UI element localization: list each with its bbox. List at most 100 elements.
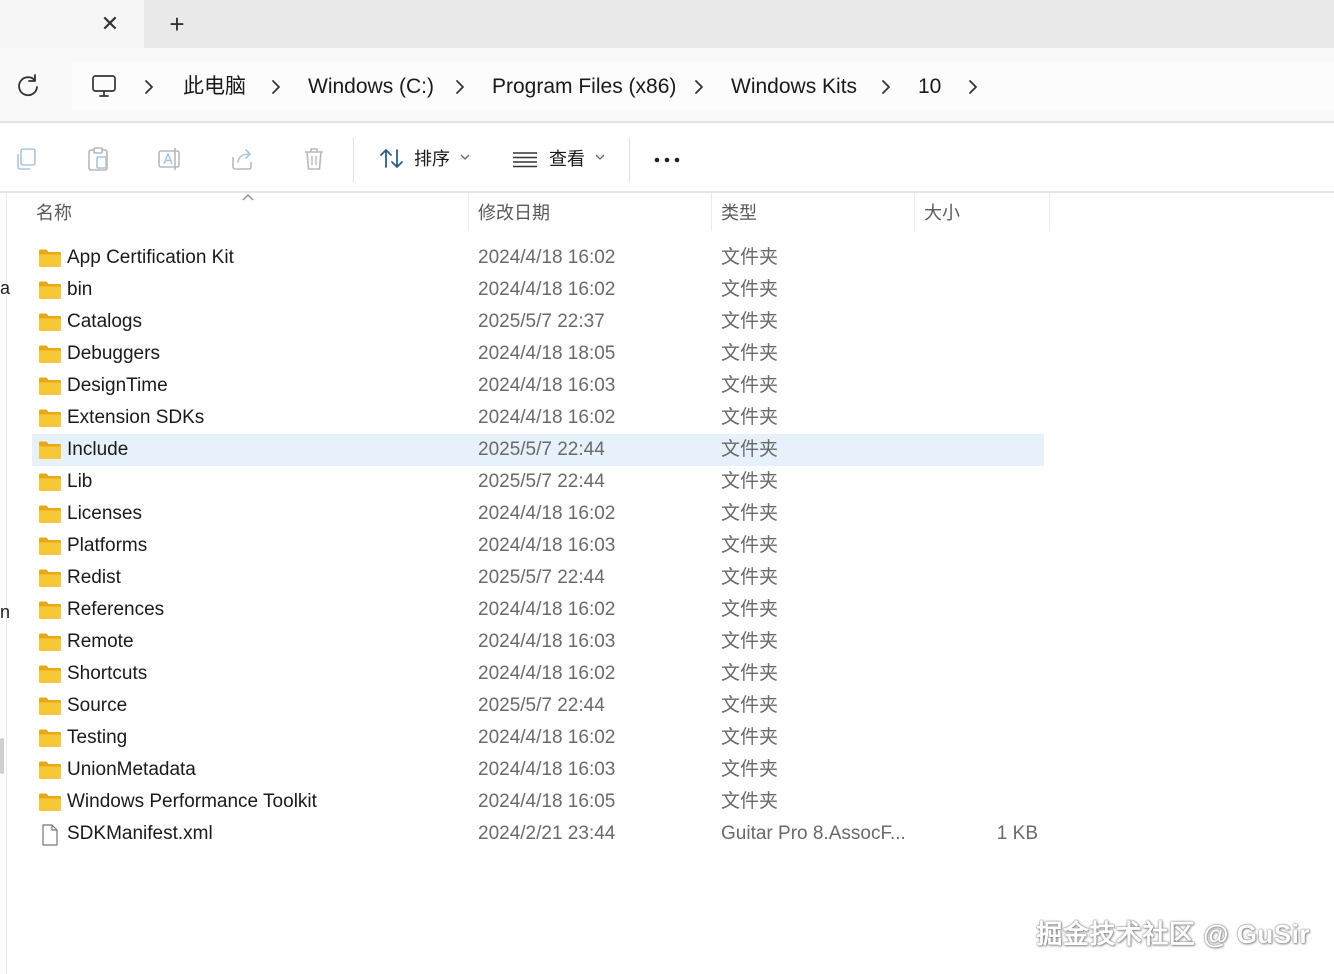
- file-name: Remote: [67, 631, 134, 652]
- paste-icon[interactable]: [85, 145, 111, 173]
- file-type: 文件夹: [721, 695, 779, 716]
- file-date: 2025/5/7 22:44: [478, 471, 605, 492]
- sort-icon[interactable]: [379, 145, 405, 173]
- file-date: 2024/4/18 16:03: [478, 631, 616, 652]
- file-name: bin: [67, 279, 93, 300]
- file-name: Redist: [67, 567, 121, 588]
- file-name: Testing: [67, 727, 128, 748]
- breadcrumb-10[interactable]: 10: [918, 73, 941, 101]
- breadcrumb-this-pc[interactable]: 此电脑: [183, 73, 246, 101]
- file-row[interactable]: SDKManifest.xml 2024/2/21 23:44 Guitar Pro…: [32, 818, 1044, 850]
- folder-icon: [38, 568, 62, 588]
- file-date: 2024/4/18 16:02: [478, 407, 616, 428]
- file-row[interactable]: UnionMetadata 2024/4/18 16:03 文件夹: [32, 754, 1044, 786]
- file-row[interactable]: References 2024/4/18 16:02 文件夹: [32, 594, 1044, 626]
- file-row[interactable]: Source 2025/5/7 22:44 文件夹: [32, 690, 1044, 722]
- file-name: Windows Performance Toolkit: [67, 791, 317, 812]
- file-name: Source: [67, 695, 128, 716]
- more-options-icon[interactable]: [652, 145, 682, 173]
- new-tab-plus-icon[interactable]: +: [164, 11, 190, 38]
- watermark: 掘金技术社区 @ GuSir: [1036, 919, 1310, 949]
- file-type: 文件夹: [721, 439, 779, 460]
- breadcrumb-program-files-x86[interactable]: Program Files (x86): [492, 73, 676, 101]
- delete-icon[interactable]: [301, 145, 327, 173]
- chevron-right-icon[interactable]: [266, 76, 286, 98]
- chevron-right-icon[interactable]: [139, 76, 159, 98]
- file-row[interactable]: Remote 2024/4/18 16:03 文件夹: [32, 626, 1044, 658]
- file-row[interactable]: bin 2024/4/18 16:02 文件夹: [32, 274, 1044, 306]
- file-row[interactable]: DesignTime 2024/4/18 16:03 文件夹: [32, 370, 1044, 402]
- file-name: References: [67, 599, 165, 620]
- active-tab[interactable]: [0, 0, 144, 48]
- chevron-right-icon[interactable]: [450, 76, 470, 98]
- breadcrumb-drive-c[interactable]: Windows (C:): [308, 73, 434, 101]
- breadcrumb-windows-kits[interactable]: Windows Kits: [731, 73, 857, 101]
- chevron-right-icon[interactable]: [963, 76, 983, 98]
- file-type: 文件夹: [721, 375, 779, 396]
- column-divider[interactable]: [914, 193, 915, 231]
- chevron-right-icon[interactable]: [876, 76, 896, 98]
- file-name: Shortcuts: [67, 663, 148, 684]
- refresh-icon[interactable]: [14, 72, 42, 100]
- chevron-right-icon[interactable]: [689, 76, 709, 98]
- column-header-type[interactable]: 类型: [721, 201, 757, 225]
- file-type: 文件夹: [721, 599, 779, 620]
- toolbar-divider: [629, 138, 630, 182]
- file-row[interactable]: Testing 2024/4/18 16:02 文件夹: [32, 722, 1044, 754]
- file-date: 2025/5/7 22:44: [478, 567, 605, 588]
- computer-icon[interactable]: [90, 72, 118, 100]
- close-icon[interactable]: ✕: [98, 12, 122, 36]
- folder-icon: [38, 344, 62, 364]
- folder-icon: [38, 472, 62, 492]
- file-row[interactable]: Redist 2025/5/7 22:44 文件夹: [32, 562, 1044, 594]
- copy-icon[interactable]: [13, 145, 39, 173]
- nav-pane-fragment[interactable]: n: [0, 602, 10, 623]
- file-row[interactable]: Licenses 2024/4/18 16:02 文件夹: [32, 498, 1044, 530]
- file-row[interactable]: Windows Performance Toolkit 2024/4/18 16:…: [32, 786, 1044, 818]
- nav-scrollbar[interactable]: [0, 738, 4, 774]
- column-divider[interactable]: [1049, 193, 1050, 231]
- file-row[interactable]: Catalogs 2025/5/7 22:37 文件夹: [32, 306, 1044, 338]
- file-type: 文件夹: [721, 759, 779, 780]
- file-type: 文件夹: [721, 791, 779, 812]
- file-name: DesignTime: [67, 375, 168, 396]
- file-type: 文件夹: [721, 663, 779, 684]
- file-row[interactable]: Include 2025/5/7 22:44 文件夹: [32, 434, 1044, 466]
- file-icon: [38, 824, 62, 846]
- column-header-size[interactable]: 大小: [924, 201, 960, 225]
- file-date: 2024/4/18 16:02: [478, 279, 616, 300]
- file-name: Extension SDKs: [67, 407, 205, 428]
- view-button[interactable]: 查看: [549, 147, 585, 171]
- file-date: 2024/4/18 16:03: [478, 759, 616, 780]
- file-name: Licenses: [67, 503, 142, 524]
- folder-icon: [38, 696, 62, 716]
- file-date: 2024/4/18 16:03: [478, 375, 616, 396]
- folder-icon: [38, 792, 62, 812]
- file-row[interactable]: Shortcuts 2024/4/18 16:02 文件夹: [32, 658, 1044, 690]
- chevron-down-icon[interactable]: [459, 151, 471, 163]
- file-row[interactable]: Debuggers 2024/4/18 18:05 文件夹: [32, 338, 1044, 370]
- file-row[interactable]: Platforms 2024/4/18 16:03 文件夹: [32, 530, 1044, 562]
- nav-pane-fragment[interactable]: a: [0, 278, 10, 299]
- folder-icon: [38, 408, 62, 428]
- chevron-down-icon[interactable]: [594, 151, 606, 163]
- file-date: 2024/4/18 16:02: [478, 247, 616, 268]
- file-name: Debuggers: [67, 343, 160, 364]
- file-row[interactable]: App Certification Kit 2024/4/18 16:02 文件夹: [32, 242, 1044, 274]
- file-date: 2024/4/18 16:02: [478, 727, 616, 748]
- file-date: 2024/4/18 16:03: [478, 535, 616, 556]
- column-divider[interactable]: [468, 193, 469, 231]
- share-icon[interactable]: [229, 145, 255, 173]
- file-type: 文件夹: [721, 727, 779, 748]
- folder-icon: [38, 280, 62, 300]
- rename-icon[interactable]: [157, 145, 183, 173]
- file-type: 文件夹: [721, 279, 779, 300]
- sort-button[interactable]: 排序: [414, 147, 450, 171]
- column-header-name[interactable]: 名称: [36, 201, 72, 225]
- file-type: 文件夹: [721, 631, 779, 652]
- view-list-icon[interactable]: [511, 145, 539, 173]
- column-divider[interactable]: [711, 193, 712, 231]
- column-header-date[interactable]: 修改日期: [478, 201, 550, 225]
- file-row[interactable]: Extension SDKs 2024/4/18 16:02 文件夹: [32, 402, 1044, 434]
- file-row[interactable]: Lib 2025/5/7 22:44 文件夹: [32, 466, 1044, 498]
